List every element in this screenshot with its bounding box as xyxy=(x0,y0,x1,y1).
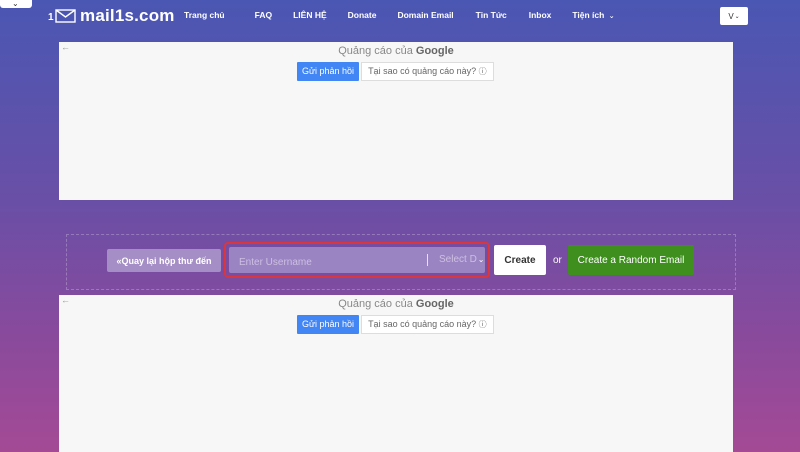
nav-utilities[interactable]: Tiện ích ⌄ xyxy=(572,10,614,20)
google-ad-top: ← Quảng cáo của Google Gửi phản hồi Tại … xyxy=(59,42,733,200)
ad-why-label: Tại sao có quảng cáo này? xyxy=(368,66,477,76)
input-container: Select D⌄ xyxy=(229,247,485,273)
info-icon: ⓘ xyxy=(478,67,487,76)
nav-news[interactable]: Tin Tức xyxy=(476,10,507,20)
nav-donate[interactable]: Donate xyxy=(348,10,377,20)
username-input[interactable] xyxy=(237,253,421,271)
ad-header-brand: Google xyxy=(415,298,454,310)
google-ad-bottom: ← Quảng cáo của Google Gửi phản hồi Tại … xyxy=(59,295,733,452)
ad-buttons: Gửi phản hồi Tại sao có quảng cáo này? ⓘ xyxy=(297,315,494,334)
nav-faq[interactable]: FAQ xyxy=(255,10,272,20)
brand-name: mail1s.com xyxy=(80,6,175,25)
create-button[interactable]: Create xyxy=(494,245,546,275)
ad-header-prefix: Quảng cáo của xyxy=(338,298,413,310)
info-icon: ⓘ xyxy=(478,320,487,329)
chevron-down-icon: ⌄ xyxy=(734,13,740,20)
main-nav: Trang chủ FAQ LIÊN HỆ Donate Domain Emai… xyxy=(184,10,615,20)
site-logo[interactable]: 1 mail1s.com xyxy=(48,6,175,26)
ad-feedback-button[interactable]: Gửi phản hồi xyxy=(297,315,360,334)
create-random-email-button[interactable]: Create a Random Email xyxy=(568,245,694,275)
ad-header: Quảng cáo của Google xyxy=(59,298,733,310)
chevron-down-icon: ⌄ xyxy=(608,13,615,20)
nav-utilities-label: Tiện ích xyxy=(572,10,605,20)
navbar: 1 mail1s.com Trang chủ FAQ LIÊN HỆ Donat… xyxy=(0,0,800,32)
chevron-down-icon: ⌄ xyxy=(477,255,485,264)
ad-header-brand: Google xyxy=(415,45,454,57)
ad-header: Quảng cáo của Google xyxy=(59,45,733,57)
ad-feedback-button[interactable]: Gửi phản hồi xyxy=(297,62,360,81)
ad-why-label: Tại sao có quảng cáo này? xyxy=(368,319,477,329)
nav-contact[interactable]: LIÊN HỆ xyxy=(293,10,327,20)
or-label: or xyxy=(553,255,562,266)
ad-why-button[interactable]: Tại sao có quảng cáo này? ⓘ xyxy=(361,315,494,334)
username-domain-group: Select D⌄ xyxy=(224,242,490,278)
domain-select-value: Select D xyxy=(439,254,477,265)
nav-domain-email[interactable]: Domain Email xyxy=(397,10,453,20)
domain-select[interactable]: Select D⌄ xyxy=(439,254,485,265)
ad-why-button[interactable]: Tại sao có quảng cáo này? ⓘ xyxy=(361,62,494,81)
envelope-logo-icon: 1 xyxy=(48,7,78,25)
nav-inbox[interactable]: Inbox xyxy=(529,10,552,20)
divider xyxy=(427,254,428,266)
ad-header-prefix: Quảng cáo của xyxy=(338,45,413,57)
back-to-inbox-button[interactable]: «Quay lại hộp thư đến xyxy=(107,249,221,272)
ad-buttons: Gửi phản hồi Tại sao có quảng cáo này? ⓘ xyxy=(297,62,494,81)
svg-text:1: 1 xyxy=(48,12,54,23)
nav-home[interactable]: Trang chủ xyxy=(184,10,225,20)
language-selector[interactable]: V ⌄ xyxy=(720,7,748,25)
language-label: V xyxy=(728,11,734,21)
